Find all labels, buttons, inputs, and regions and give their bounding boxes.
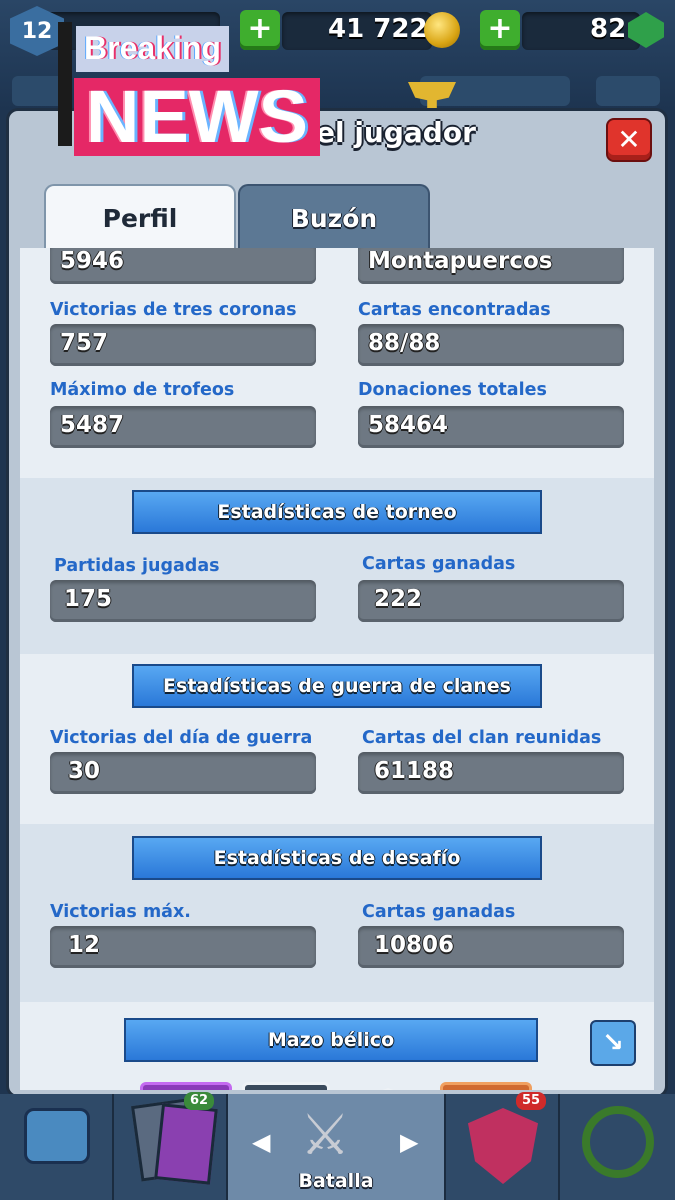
cards-badge: 62 <box>184 1092 215 1110</box>
stat-label: Donaciones totales <box>358 380 547 400</box>
nav-clan[interactable]: 55 <box>446 1092 560 1200</box>
stat-label: Cartas ganadas <box>362 902 516 922</box>
expand-arrow-icon: ↘ <box>602 1028 624 1058</box>
settings-button[interactable] <box>596 76 660 106</box>
breaking-label: Breaking <box>76 26 229 72</box>
section-banner: Estadísticas de desafío <box>132 836 542 880</box>
expand-deck-button[interactable]: ↘ <box>590 1020 636 1066</box>
stat-value: 757 <box>60 330 109 356</box>
stat-label: Victorias del día de guerra <box>50 728 313 748</box>
section-banner: Estadísticas de torneo <box>132 490 542 534</box>
stat-label: Victorias máx. <box>50 902 191 922</box>
gems-value: 82 <box>590 14 627 44</box>
stat-box: 88/88 <box>358 324 624 366</box>
stat-value: 222 <box>374 586 423 612</box>
stat-value: 58464 <box>368 412 449 438</box>
stat-value: 61188 <box>374 758 455 784</box>
nav-shop[interactable] <box>0 1094 114 1200</box>
tab-perfil[interactable]: Perfil <box>44 184 236 248</box>
deck-card[interactable] <box>140 1082 232 1090</box>
clan-shield-icon <box>468 1108 538 1184</box>
stat-box: 61188 <box>358 752 624 794</box>
chest-icon <box>24 1108 90 1164</box>
stat-box: 5487 <box>50 406 316 448</box>
level-value: 12 <box>21 18 53 44</box>
close-icon: ✕ <box>617 123 641 156</box>
section-banner: Estadísticas de guerra de clanes <box>132 664 542 708</box>
add-gems-button[interactable]: + <box>480 10 520 50</box>
add-gold-button[interactable]: + <box>240 10 280 50</box>
stat-value: 88/88 <box>368 330 441 356</box>
stat-box: 757 <box>50 324 316 366</box>
stat-box: 12 <box>50 926 316 968</box>
stat-value: Montapuercos <box>368 248 553 274</box>
laurel-sword-icon <box>582 1106 654 1178</box>
profile-content[interactable]: 5946 Montapuercos Victorias de tres coro… <box>20 248 654 1090</box>
stat-value: 12 <box>68 932 101 958</box>
gold-value: 41 722 <box>328 14 428 44</box>
close-button[interactable]: ✕ <box>606 118 652 162</box>
clan-badge: 55 <box>516 1092 547 1110</box>
stat-label: Victorias de tres coronas <box>50 300 297 320</box>
nav-tournaments[interactable] <box>560 1094 675 1200</box>
nav-battle[interactable]: ◀ ▶ ⚔ Batalla <box>228 1094 446 1200</box>
stat-box: 30 <box>50 752 316 794</box>
tab-buzon[interactable]: Buzón <box>238 184 430 248</box>
section-banner: Mazo bélico <box>124 1018 538 1062</box>
stat-value: 5946 <box>60 248 125 274</box>
nav-cards[interactable]: 62 <box>114 1092 228 1200</box>
stat-value: 175 <box>64 586 113 612</box>
stat-box-top-left: 5946 <box>50 248 316 284</box>
stat-label: Cartas encontradas <box>358 300 551 320</box>
crossed-swords-icon: ⚔ <box>300 1103 351 1168</box>
stat-box: 10806 <box>358 926 624 968</box>
stat-value: 5487 <box>60 412 125 438</box>
panel-title: el jugador <box>316 116 476 149</box>
deck-card[interactable] <box>440 1082 532 1090</box>
stat-box-favorite-card: Montapuercos <box>358 248 624 284</box>
chevron-right-icon[interactable]: ▶ <box>400 1128 418 1156</box>
deck-card[interactable] <box>350 1088 426 1090</box>
news-overlay-bar <box>58 22 72 146</box>
news-label: NEWS <box>74 78 320 156</box>
breaking-text: Breaking <box>84 30 221 66</box>
stat-box: 222 <box>358 580 624 622</box>
chevron-left-icon[interactable]: ◀ <box>252 1128 270 1156</box>
stat-label: Cartas ganadas <box>362 554 516 574</box>
card-back <box>154 1103 218 1185</box>
stat-label: Máximo de trofeos <box>50 380 235 400</box>
bottom-nav: 62 ◀ ▶ ⚔ Batalla 55 <box>0 1092 675 1200</box>
deck-card[interactable] <box>242 1082 330 1090</box>
stat-label: Partidas jugadas <box>54 556 220 576</box>
stat-value: 30 <box>68 758 101 784</box>
battle-label: Batalla <box>298 1170 374 1192</box>
stat-value: 10806 <box>374 932 455 958</box>
stat-label: Cartas del clan reunidas <box>362 728 602 748</box>
stat-box: 175 <box>50 580 316 622</box>
stat-box: 58464 <box>358 406 624 448</box>
gold-coin-icon <box>424 12 460 48</box>
